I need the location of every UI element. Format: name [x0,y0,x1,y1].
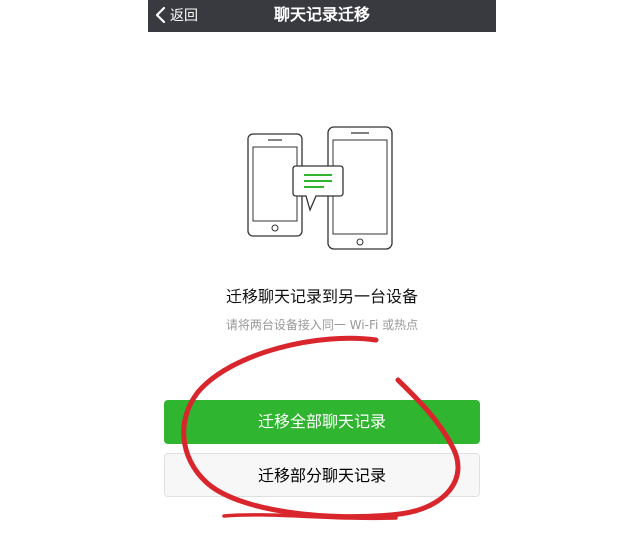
migrate-all-button[interactable]: 迁移全部聊天记录 [164,400,480,444]
migration-heading: 迁移聊天记录到另一台设备 [225,287,418,306]
migrate-partial-button[interactable]: 迁移部分聊天记录 [164,453,480,497]
wifi-hint: 请将两台设备接入同一 Wi-Fi 或热点 [225,318,419,332]
device-transfer-illustration [247,126,393,250]
page-title: 聊天记录迁移 [273,5,370,24]
navigation-bar: 返回 聊天记录迁移 [148,0,496,32]
migration-screen: 返回 聊天记录迁移 迁移聊天记录到另一台设备 请将两台设备接入同一 Wi-Fi … [148,0,496,533]
